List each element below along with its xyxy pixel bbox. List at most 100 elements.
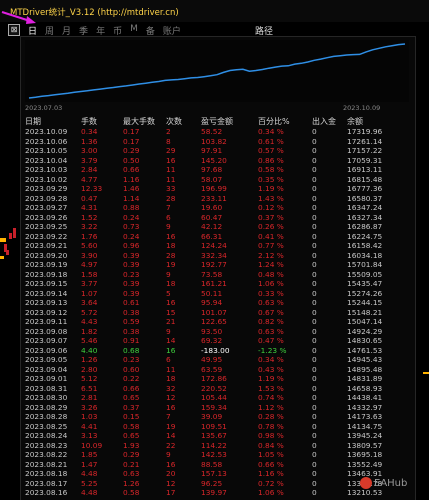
table-cell: 0 xyxy=(312,440,317,450)
table-cell: 9 xyxy=(166,269,171,279)
table-cell: 0.60 xyxy=(123,364,140,374)
table-cell: 22 xyxy=(166,440,176,450)
table-cell: 1.07 xyxy=(81,288,98,298)
table-cell: 0 xyxy=(312,459,317,469)
table-cell: 0.63 % xyxy=(258,326,284,336)
table-cell: 0.12 % xyxy=(258,203,284,212)
close-icon[interactable]: ⊠ xyxy=(8,24,20,36)
table-cell: 15148.21 xyxy=(347,307,383,317)
table-cell: 2023.10.02 xyxy=(25,174,68,184)
table-cell: 1.47 xyxy=(81,459,98,469)
table-row: 2023.10.03 2.84 0.66 11 97.68 0.58 % 0 16913.11 xyxy=(21,165,415,175)
tab-8[interactable]: 账户 xyxy=(159,22,185,37)
table-row: 2023.08.23 10.09 1.93 22 114.22 0.84 % 0 13809.… xyxy=(21,441,415,451)
column-header[interactable]: 百分比% xyxy=(258,116,290,127)
table-cell: 0.86 % xyxy=(258,155,284,165)
table-cell: 16 xyxy=(166,345,176,355)
table-cell: 122.65 xyxy=(201,317,227,326)
table-cell: 12 xyxy=(166,393,176,402)
table-row: 2023.08.25 4.41 0.58 19 109.51 0.78 % 0 14134.7… xyxy=(21,422,415,432)
table-cell: 0.73 xyxy=(123,222,140,231)
equity-chart xyxy=(25,40,409,102)
table-cell: 16777.36 xyxy=(347,184,383,193)
chart-end-date: 2023.10.09 xyxy=(343,104,381,112)
table-cell: 1.85 xyxy=(81,450,98,459)
column-header[interactable]: 盈亏金额 xyxy=(201,116,233,127)
table-cell: 2.12 % xyxy=(258,250,284,260)
table-row: 2023.08.31 6.51 0.66 32 220.52 1.53 % 0 14658.9… xyxy=(21,384,415,394)
column-header[interactable]: 日期 xyxy=(25,116,41,127)
app-window: MTDriver统计_V3.12 (http://mtdriver.cn) ⊠ … xyxy=(0,0,429,500)
table-cell: 16 xyxy=(166,231,176,241)
table-cell: 0.17 xyxy=(123,127,140,136)
tab-0[interactable]: 日 xyxy=(24,22,41,37)
table-cell: 16 xyxy=(166,298,176,307)
table-cell: 2023.09.04 xyxy=(25,364,68,374)
tab-4[interactable]: 年 xyxy=(92,22,109,37)
table-cell: 3.77 xyxy=(81,279,98,288)
tab-2[interactable]: 月 xyxy=(58,22,75,37)
table-cell: 1.16 % xyxy=(258,469,284,478)
column-header[interactable]: 余额 xyxy=(347,116,363,127)
table-cell: 17261.14 xyxy=(347,136,383,146)
table-cell: 18 xyxy=(166,374,176,383)
table-cell: 0.33 % xyxy=(258,288,284,298)
table-row: 2023.09.28 0.47 1.14 28 233.11 1.43 % 0 16580.3… xyxy=(21,194,415,204)
tab-6[interactable]: M xyxy=(126,22,142,36)
table-cell: 0.39 xyxy=(123,250,140,260)
table-cell: 14 xyxy=(166,336,176,345)
table-cell: 16913.11 xyxy=(347,165,383,174)
table-cell: 7 xyxy=(166,203,171,212)
table-row: 2023.08.24 3.13 0.65 14 135.67 0.98 % 0 13945.2… xyxy=(21,431,415,441)
table-cell: 0.39 xyxy=(123,260,140,269)
column-header[interactable]: 最大手数 xyxy=(123,116,155,127)
table-cell: 0 xyxy=(312,431,317,440)
column-header[interactable]: 次数 xyxy=(166,116,182,127)
column-header[interactable]: 出入金 xyxy=(312,116,336,127)
table-cell: 13552.49 xyxy=(347,459,383,469)
table-cell: 0.35 % xyxy=(258,174,284,184)
table-cell: 97.68 xyxy=(201,165,223,174)
table-cell: 0 xyxy=(312,412,317,421)
table-cell: 2023.09.13 xyxy=(25,298,68,307)
table-cell: 2023.09.28 xyxy=(25,193,68,203)
side-chart-bar xyxy=(0,256,4,259)
table-row: 2023.10.05 3.00 0.29 29 97.91 0.57 % 0 17157.22 xyxy=(21,146,415,156)
table-cell: 1.12 % xyxy=(258,402,284,412)
table-cell: 95.94 xyxy=(201,298,223,307)
table-row: 2023.10.06 1.36 0.17 8 103.82 0.61 % 0 17261.14 xyxy=(21,137,415,147)
table-cell: 0 xyxy=(312,231,317,241)
table-row: 2023.08.28 1.03 0.15 7 39.09 0.28 % 0 14173.63 xyxy=(21,412,415,422)
table-cell: 14438.41 xyxy=(347,393,383,402)
table-cell: 1.19 % xyxy=(258,184,284,193)
side-chart-bar xyxy=(13,228,16,238)
tab-1[interactable]: 周 xyxy=(41,22,58,37)
table-cell: 33 xyxy=(166,184,176,193)
table-cell: 15435.47 xyxy=(347,279,383,288)
table-cell: 58.52 xyxy=(201,127,223,136)
table-cell: 3.26 xyxy=(81,402,98,412)
table-row: 2023.10.02 4.77 1.16 11 58.07 0.35 % 0 16815.48 xyxy=(21,175,415,185)
table-cell: 0.58 xyxy=(123,488,140,497)
table-cell: 2023.08.22 xyxy=(25,450,68,459)
table-row: 2023.09.27 4.31 0.88 7 19.60 0.12 % 0 16347.24 xyxy=(21,203,415,213)
table-cell: 11 xyxy=(166,364,176,374)
tab-7[interactable]: 备 xyxy=(142,22,159,37)
table-cell: 0 xyxy=(312,250,317,260)
tab-3[interactable]: 季 xyxy=(75,22,92,37)
table-cell: 0.24 xyxy=(123,212,140,222)
table-cell: 1.03 xyxy=(81,412,98,421)
table-cell: 0.68 xyxy=(123,345,140,355)
tab-5[interactable]: 币 xyxy=(109,22,126,37)
table-cell: 1.93 xyxy=(123,440,140,450)
table-cell: 2023.08.31 xyxy=(25,383,68,393)
table-cell: 105.44 xyxy=(201,393,227,402)
table-cell: 2023.09.29 xyxy=(25,184,68,193)
table-cell: 0.72 % xyxy=(258,478,284,488)
table-cell: 0 xyxy=(312,336,317,345)
table-cell: 15047.14 xyxy=(347,317,383,326)
table-cell: 19 xyxy=(166,421,176,431)
column-header[interactable]: 手数 xyxy=(81,116,97,127)
table-cell: 0.65 xyxy=(123,393,140,402)
table-cell: 3.22 xyxy=(81,222,98,231)
